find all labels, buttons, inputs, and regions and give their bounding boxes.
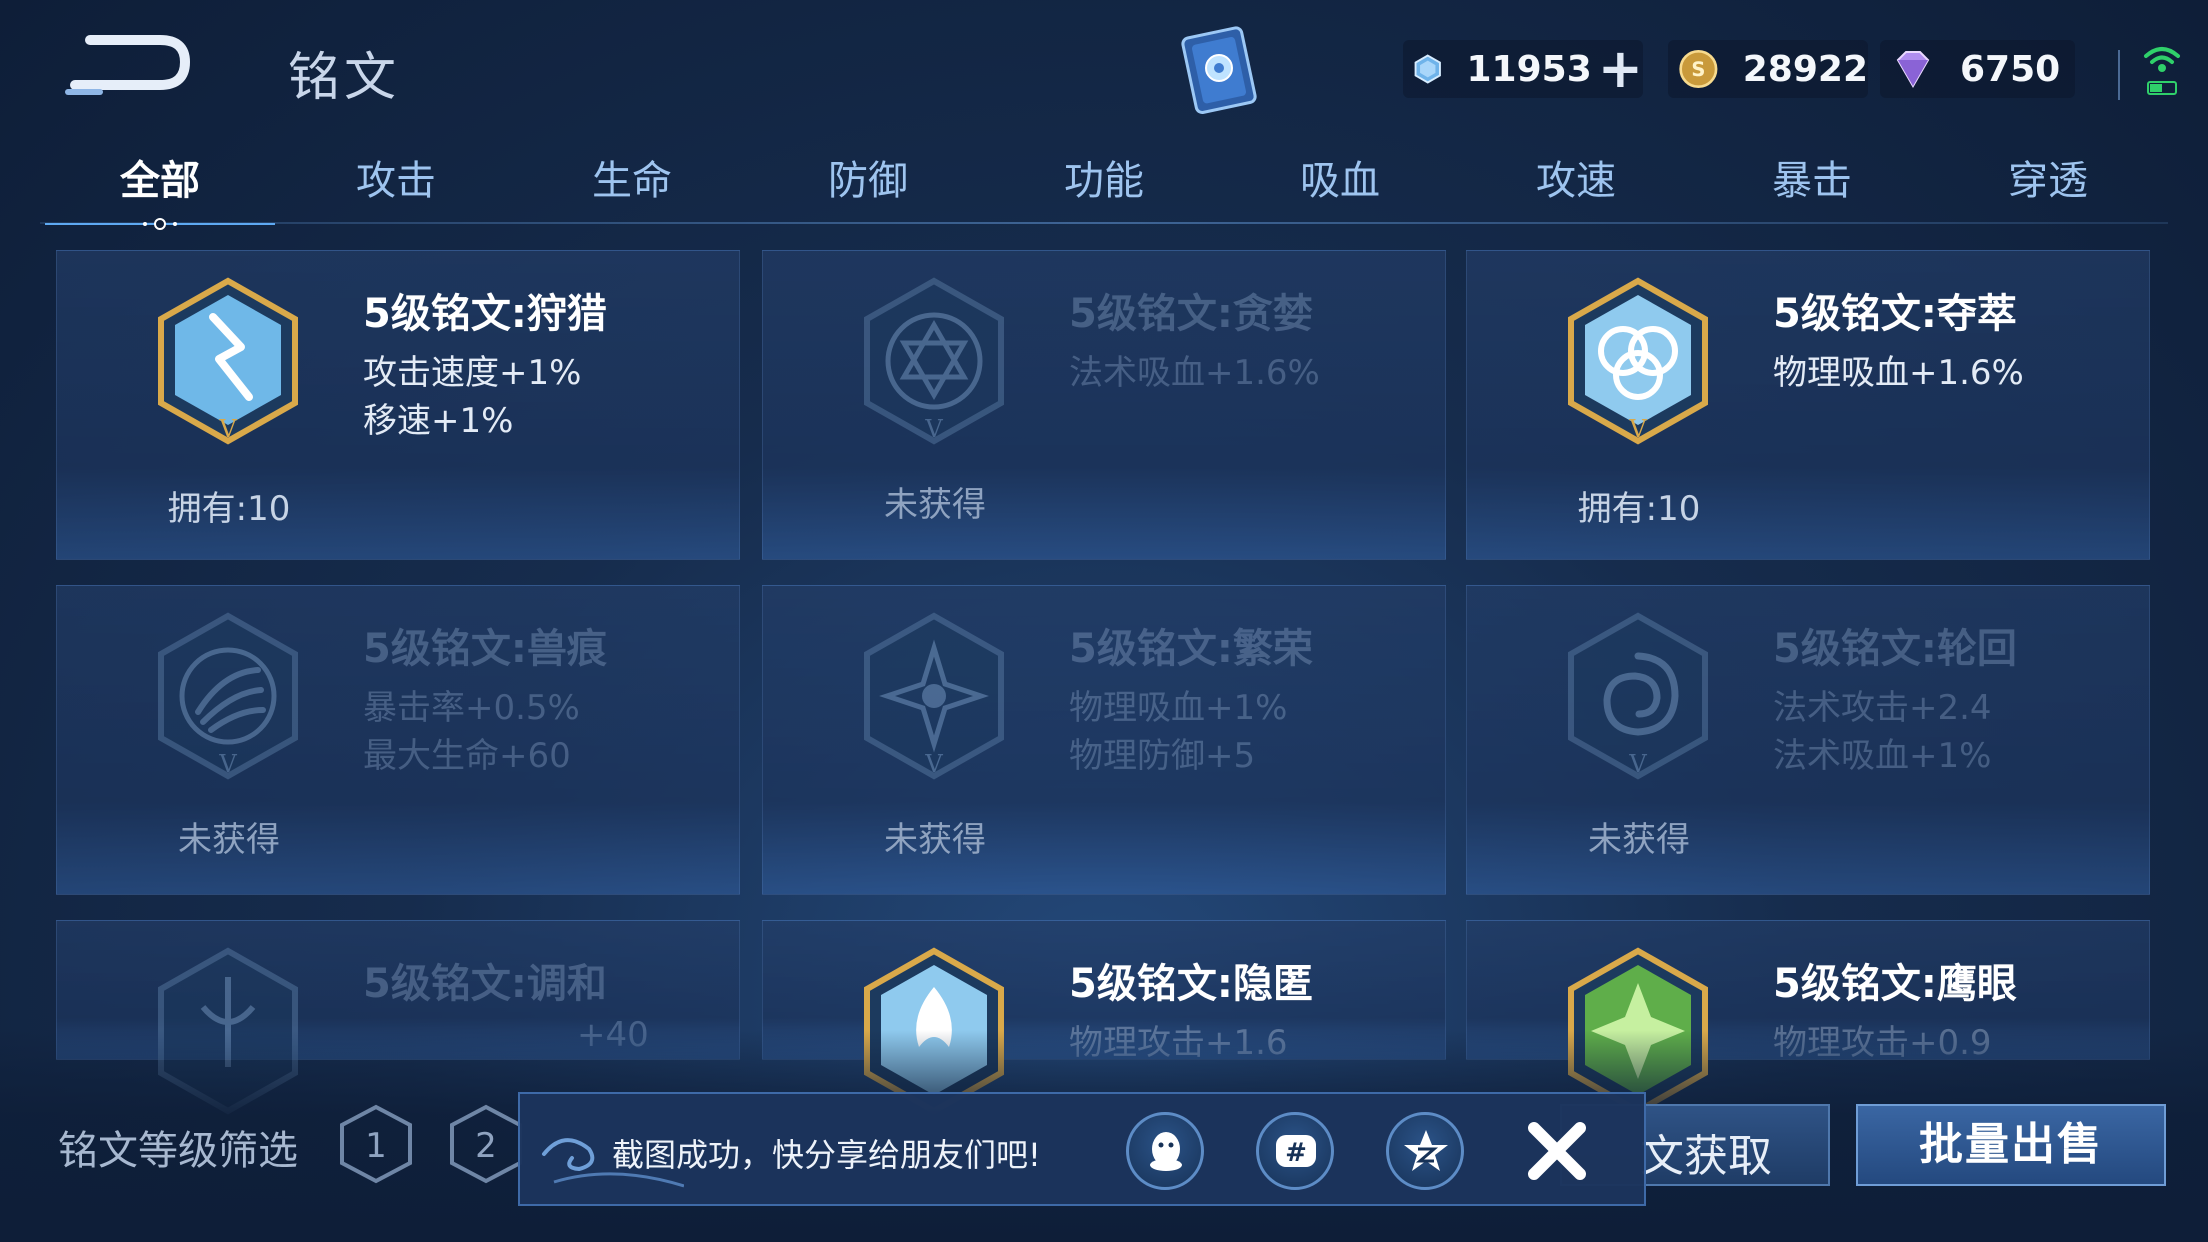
back-button[interactable] xyxy=(60,30,191,100)
hashtag-icon: # xyxy=(1276,1135,1316,1168)
wifi-signal-icon xyxy=(2140,38,2184,98)
owned-count: 拥有:10 xyxy=(1577,489,1701,529)
level-filter-label: 铭文等级筛选 xyxy=(58,1128,298,1174)
svg-text:S: S xyxy=(1691,58,1705,81)
bulk-sell-button[interactable]: 批量出售 xyxy=(1856,1104,2166,1186)
close-icon xyxy=(1528,1122,1586,1180)
active-tab-indicator xyxy=(45,216,275,230)
coupon-diamond-icon xyxy=(1414,54,1441,84)
level-filter-1[interactable]: 1 xyxy=(338,1104,414,1184)
beast-mark-inscription-icon: V xyxy=(158,612,298,780)
owned-status: 未获得 xyxy=(178,820,280,860)
greed-inscription-icon: V xyxy=(864,277,1004,445)
prosperity-inscription-icon: V xyxy=(864,612,1004,780)
owned-status: 未获得 xyxy=(884,485,986,525)
svg-text:V: V xyxy=(218,415,237,443)
card-stat: 物理吸血+1% xyxy=(1069,688,1288,728)
card-stat: 物理防御+5 xyxy=(1069,736,1256,776)
inscription-card[interactable]: V 5级铭文:兽痕 暴击率+0.5% 最大生命+60 未获得 xyxy=(56,585,740,895)
svg-text:1: 1 xyxy=(365,1126,387,1166)
tab-utility[interactable]: 功能 xyxy=(1004,148,1204,206)
qzone-star-icon xyxy=(1404,1130,1448,1171)
card-title: 5级铭文:夺萃 xyxy=(1773,291,2017,337)
card-title: 5级铭文:狩猎 xyxy=(363,291,607,337)
gold-currency: S 28922 xyxy=(1668,40,1868,98)
card-title: 5级铭文:繁荣 xyxy=(1069,626,1313,672)
tab-all[interactable]: 全部 xyxy=(60,148,260,206)
card-title: 5级铭文:贪婪 xyxy=(1069,291,1313,337)
inscription-card[interactable]: V 5级铭文:狩猎 攻击速度+1% 移速+1% 拥有:10 xyxy=(56,250,740,560)
coupon-currency: 11953 + xyxy=(1403,40,1643,98)
svg-text:2: 2 xyxy=(475,1126,497,1166)
owned-status: 未获得 xyxy=(1588,820,1690,860)
card-stat: 攻击速度+1% xyxy=(363,353,582,393)
card-title: 5级铭文:调和 xyxy=(363,961,607,1007)
owned-status: 未获得 xyxy=(884,820,986,860)
card-title: 5级铭文:轮回 xyxy=(1773,626,2017,672)
bulk-sell-label: 批量出售 xyxy=(1919,1119,2103,1170)
gold-value: 28922 xyxy=(1742,48,1868,90)
tab-crit[interactable]: 暴击 xyxy=(1712,148,1912,206)
purple-gem-icon xyxy=(1896,51,1930,89)
svg-text:V: V xyxy=(1628,750,1647,778)
reincarnation-inscription-icon: V xyxy=(1568,612,1708,780)
card-stat: 物理吸血+1.6% xyxy=(1773,353,2024,393)
owned-count: 拥有:10 xyxy=(167,489,291,529)
card-title: 5级铭文:兽痕 xyxy=(363,626,607,672)
obtain-label: 文获取 xyxy=(1640,1131,1772,1182)
tab-attack-speed[interactable]: 攻速 xyxy=(1476,148,1676,206)
gem-value: 6750 xyxy=(1960,48,2061,90)
svg-text:V: V xyxy=(924,415,943,443)
gem-currency: 6750 xyxy=(1880,40,2075,98)
plunder-inscription-icon: V xyxy=(1568,277,1708,445)
tab-lifesteal[interactable]: 吸血 xyxy=(1240,148,1440,206)
svg-text:V: V xyxy=(1628,415,1647,443)
card-stat: 最大生命+60 xyxy=(363,736,571,776)
tab-health[interactable]: 生命 xyxy=(532,148,732,206)
coupon-value: 11953 xyxy=(1466,48,1592,90)
toast-message: 截图成功，快分享给朋友们吧! xyxy=(612,1136,1041,1174)
level-filter-2[interactable]: 2 xyxy=(448,1104,524,1184)
svg-text:#: # xyxy=(1285,1138,1307,1168)
svg-text:V: V xyxy=(924,750,943,778)
add-coupon-button[interactable]: + xyxy=(1598,42,1643,96)
inscription-card[interactable]: V 5级铭文:贪婪 法术吸血+1.6% 未获得 xyxy=(762,250,1446,560)
inscription-card[interactable]: V 5级铭文:繁荣 物理吸血+1% 物理防御+5 未获得 xyxy=(762,585,1446,895)
tab-defense[interactable]: 防御 xyxy=(768,148,968,206)
share-topic-button[interactable]: # xyxy=(1256,1112,1334,1190)
header-divider xyxy=(2118,50,2120,100)
tab-penetration[interactable]: 穿透 xyxy=(1948,148,2148,206)
tab-attack[interactable]: 攻击 xyxy=(296,148,496,206)
card-stat: 法术吸血+1.6% xyxy=(1069,353,1320,393)
close-toast-button[interactable] xyxy=(1520,1114,1594,1188)
gold-coin-icon: S xyxy=(1679,49,1718,89)
share-qq-button[interactable] xyxy=(1126,1112,1204,1190)
tab-divider xyxy=(40,222,2168,224)
inscription-card[interactable]: V 5级铭文:夺萃 物理吸血+1.6% 拥有:10 xyxy=(1466,250,2150,560)
card-stat: 法术攻击+2.4 xyxy=(1773,688,1992,728)
svg-text:V: V xyxy=(218,750,237,778)
page-title: 铭文 xyxy=(288,48,401,108)
card-title: 5级铭文:隐匿 xyxy=(1069,961,1313,1007)
share-qzone-button[interactable] xyxy=(1386,1112,1464,1190)
card-stat: 移速+1% xyxy=(363,401,514,441)
back-arrow-icon xyxy=(65,35,191,95)
card-stat: 暴击率+0.5% xyxy=(363,688,580,728)
card-title: 5级铭文:鹰眼 xyxy=(1773,961,2017,1007)
card-stat: 法术吸血+1% xyxy=(1773,736,1992,776)
screenshot-share-toast: 截图成功，快分享给朋友们吧! # xyxy=(518,1092,1646,1206)
qq-icon xyxy=(1150,1132,1182,1171)
hunt-inscription-icon: V xyxy=(158,277,298,445)
inscription-book-icon[interactable] xyxy=(1175,24,1265,116)
category-tabs: 全部 攻击 生命 防御 功能 吸血 攻速 暴击 穿透 xyxy=(40,148,2168,228)
inscription-card[interactable]: V 5级铭文:轮回 法术攻击+2.4 法术吸血+1% 未获得 xyxy=(1466,585,2150,895)
